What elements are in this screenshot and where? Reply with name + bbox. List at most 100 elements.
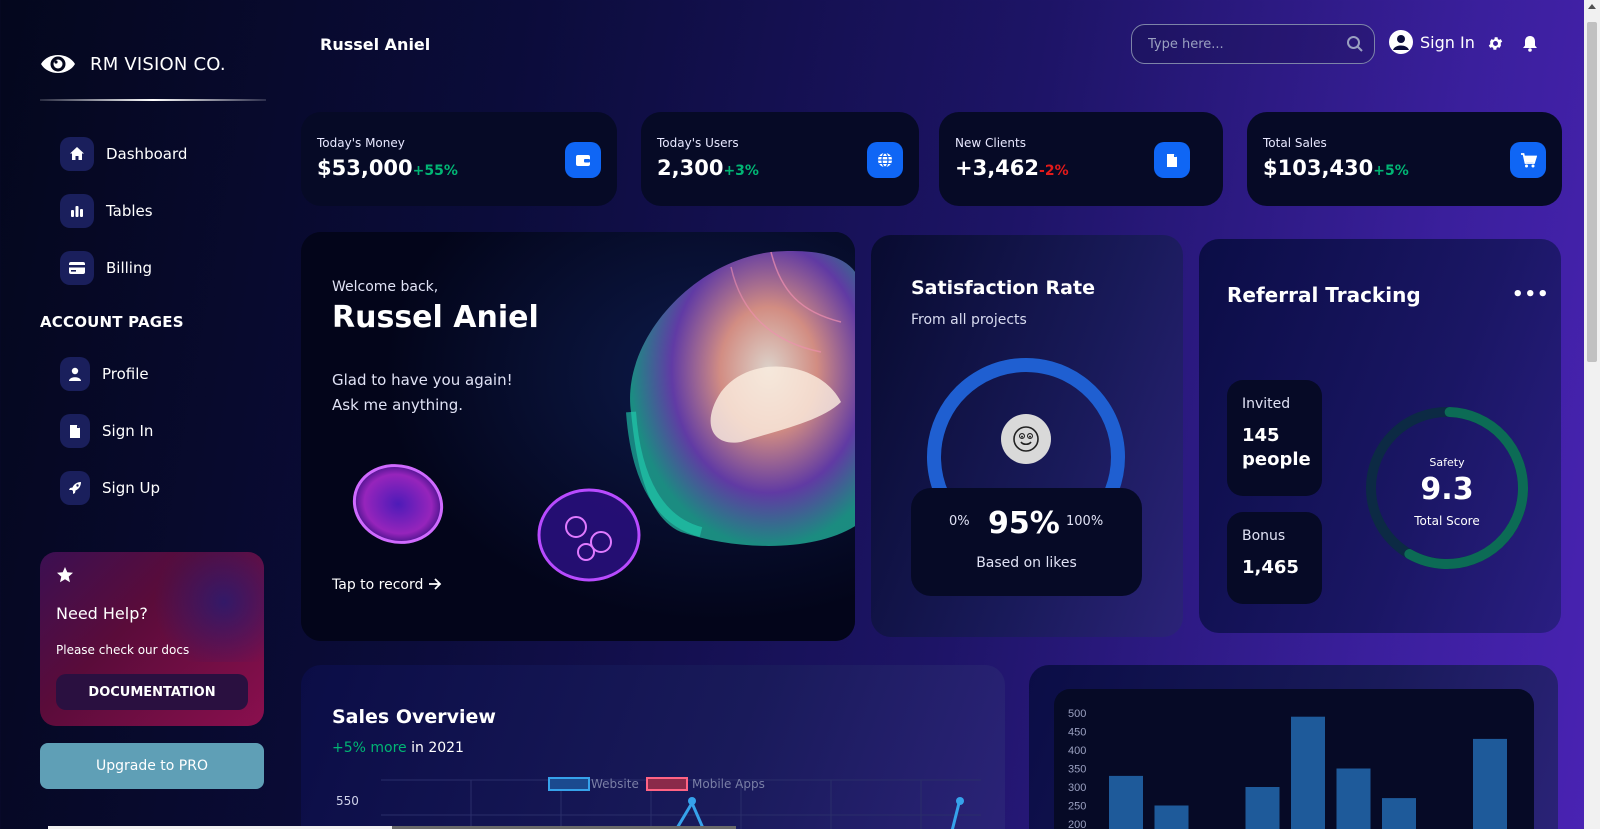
welcome-line-2: Ask me anything.	[332, 396, 464, 414]
vertical-scrollbar[interactable]	[1584, 0, 1600, 829]
header-signin[interactable]: Sign In	[1389, 30, 1475, 54]
user-circle-icon	[1389, 30, 1413, 54]
satisfaction-note: Based on likes	[976, 555, 1077, 571]
score-label: Safety	[1429, 456, 1465, 469]
referral-title: Referral Tracking	[1227, 283, 1421, 307]
y-tick-label: 450	[1068, 727, 1086, 739]
wallet-icon	[565, 142, 601, 178]
documentation-button[interactable]: DOCUMENTATION	[56, 674, 248, 710]
bonus-box: Bonus 1,465	[1227, 512, 1322, 604]
legend-swatch-mobile	[646, 777, 688, 791]
sales-change: +5% more	[332, 740, 407, 756]
document-icon	[1154, 142, 1190, 178]
welcome-greeting: Welcome back,	[332, 279, 439, 295]
cart-icon	[1510, 142, 1546, 178]
welcome-name: Russel Aniel	[332, 300, 539, 335]
bar	[1154, 805, 1189, 829]
stat-card-clients: New Clients +3,462-2%	[939, 112, 1223, 206]
y-tick-top: 550	[336, 794, 359, 808]
tap-to-record-link[interactable]: Tap to record	[332, 577, 442, 593]
y-tick-label: 400	[1068, 745, 1086, 757]
sales-title: Sales Overview	[332, 706, 496, 728]
stat-number: +3,462	[955, 156, 1040, 180]
stat-number: $53,000	[317, 156, 413, 180]
referral-card: Referral Tracking ••• Invited 145 people…	[1199, 239, 1561, 633]
stat-card-users: Today's Users 2,300+3%	[641, 112, 919, 206]
brand-name: RM VISION CO.	[90, 53, 226, 75]
sidebar-item-signup[interactable]: Sign Up	[60, 471, 160, 505]
stat-change: +5%	[1373, 163, 1409, 179]
sidebar-item-profile[interactable]: Profile	[60, 357, 149, 391]
gauge-min-label: 0%	[949, 514, 970, 529]
bar	[1473, 738, 1507, 829]
help-subtitle: Please check our docs	[56, 643, 190, 657]
scrollbar-thumb[interactable]	[1587, 22, 1597, 362]
welcome-card: Welcome back, Russel Aniel Glad to have …	[301, 232, 855, 641]
bar	[1336, 768, 1371, 829]
gauge-max-label: 100%	[1066, 514, 1104, 529]
search-input[interactable]	[1148, 36, 1328, 52]
legend-mobile-apps[interactable]: Mobile Apps	[692, 777, 765, 791]
sidebar-item-label: Billing	[106, 259, 152, 277]
stat-value: $53,000+55%	[317, 156, 601, 180]
satisfaction-card: Satisfaction Rate From all projects 0% 9…	[871, 235, 1183, 637]
stat-label: Total Sales	[1263, 136, 1327, 150]
account-pages-heading: ACCOUNT PAGES	[40, 313, 184, 331]
sales-overview-card: Sales Overview +5% more in 2021 Website …	[301, 665, 1005, 829]
sidebar-item-signin[interactable]: Sign In	[60, 414, 153, 448]
satisfaction-value-box: 0% 95% 100% Based on likes	[911, 488, 1142, 596]
bar	[1245, 787, 1280, 829]
eye-logo-icon	[41, 55, 75, 73]
score-value: 9.3	[1420, 472, 1474, 507]
stat-card-money: Today's Money $53,000+55%	[301, 112, 617, 206]
y-tick-label: 500	[1068, 708, 1086, 720]
invited-label: Invited	[1242, 396, 1291, 412]
document-icon	[60, 414, 90, 448]
score-subtitle: Total Score	[1414, 514, 1480, 528]
tap-to-record-label: Tap to record	[332, 577, 424, 593]
bar-chart-panel: 500 450 400 350 300 250 200	[1054, 689, 1534, 829]
stat-value: $103,430+5%	[1263, 156, 1546, 180]
arrow-right-icon	[428, 578, 442, 590]
welcome-message: Glad to have you again! Ask me anything.	[332, 368, 513, 418]
smiley-icon	[1001, 414, 1051, 464]
stat-card-sales: Total Sales $103,430+5%	[1247, 112, 1562, 206]
sales-subtitle: +5% more in 2021	[332, 740, 464, 756]
brand[interactable]: RM VISION CO.	[40, 50, 226, 78]
legend-swatch-website	[548, 777, 590, 791]
sidebar-item-dashboard[interactable]: Dashboard	[60, 137, 187, 171]
globe-icon	[867, 142, 903, 178]
stat-label: Today's Money	[317, 136, 405, 150]
credit-card-icon	[60, 251, 94, 285]
search-icon[interactable]	[1346, 35, 1364, 53]
more-options-icon[interactable]: •••	[1512, 284, 1550, 305]
sidebar-item-billing[interactable]: Billing	[60, 251, 152, 285]
satisfaction-title: Satisfaction Rate	[911, 277, 1095, 299]
bar-chart-card: 500 450 400 350 300 250 200	[1029, 665, 1558, 829]
upgrade-button[interactable]: Upgrade to PRO	[40, 743, 264, 789]
bonus-value: 1,465	[1242, 557, 1299, 578]
website-point	[688, 797, 696, 805]
y-tick-label: 300	[1068, 782, 1086, 794]
stat-change: +3%	[723, 163, 759, 179]
sidebar-item-label: Sign In	[102, 422, 154, 440]
bell-icon[interactable]	[1522, 35, 1538, 52]
header-username: Russel Aniel	[320, 35, 431, 54]
gear-icon[interactable]	[1487, 35, 1504, 52]
bar	[1382, 798, 1416, 829]
scroll-up-arrow-icon[interactable]	[1588, 4, 1596, 9]
invited-value: 145 people	[1242, 425, 1311, 470]
stat-number: $103,430	[1263, 156, 1374, 180]
stat-label: Today's Users	[657, 136, 739, 150]
help-card: Need Help? Please check our docs DOCUMEN…	[40, 552, 264, 726]
sidebar: RM VISION CO. Dashboard Tables Billing A…	[0, 0, 290, 829]
stat-change: -2%	[1039, 163, 1069, 179]
sales-period: in 2021	[411, 740, 464, 756]
sidebar-item-label: Sign Up	[102, 479, 160, 497]
y-tick-label: 200	[1068, 819, 1086, 829]
y-tick-label: 250	[1068, 801, 1086, 813]
sidebar-item-tables[interactable]: Tables	[60, 194, 153, 228]
legend-website[interactable]: Website	[591, 777, 639, 791]
website-line-2	[950, 802, 961, 829]
bar-chart-icon	[60, 194, 94, 228]
